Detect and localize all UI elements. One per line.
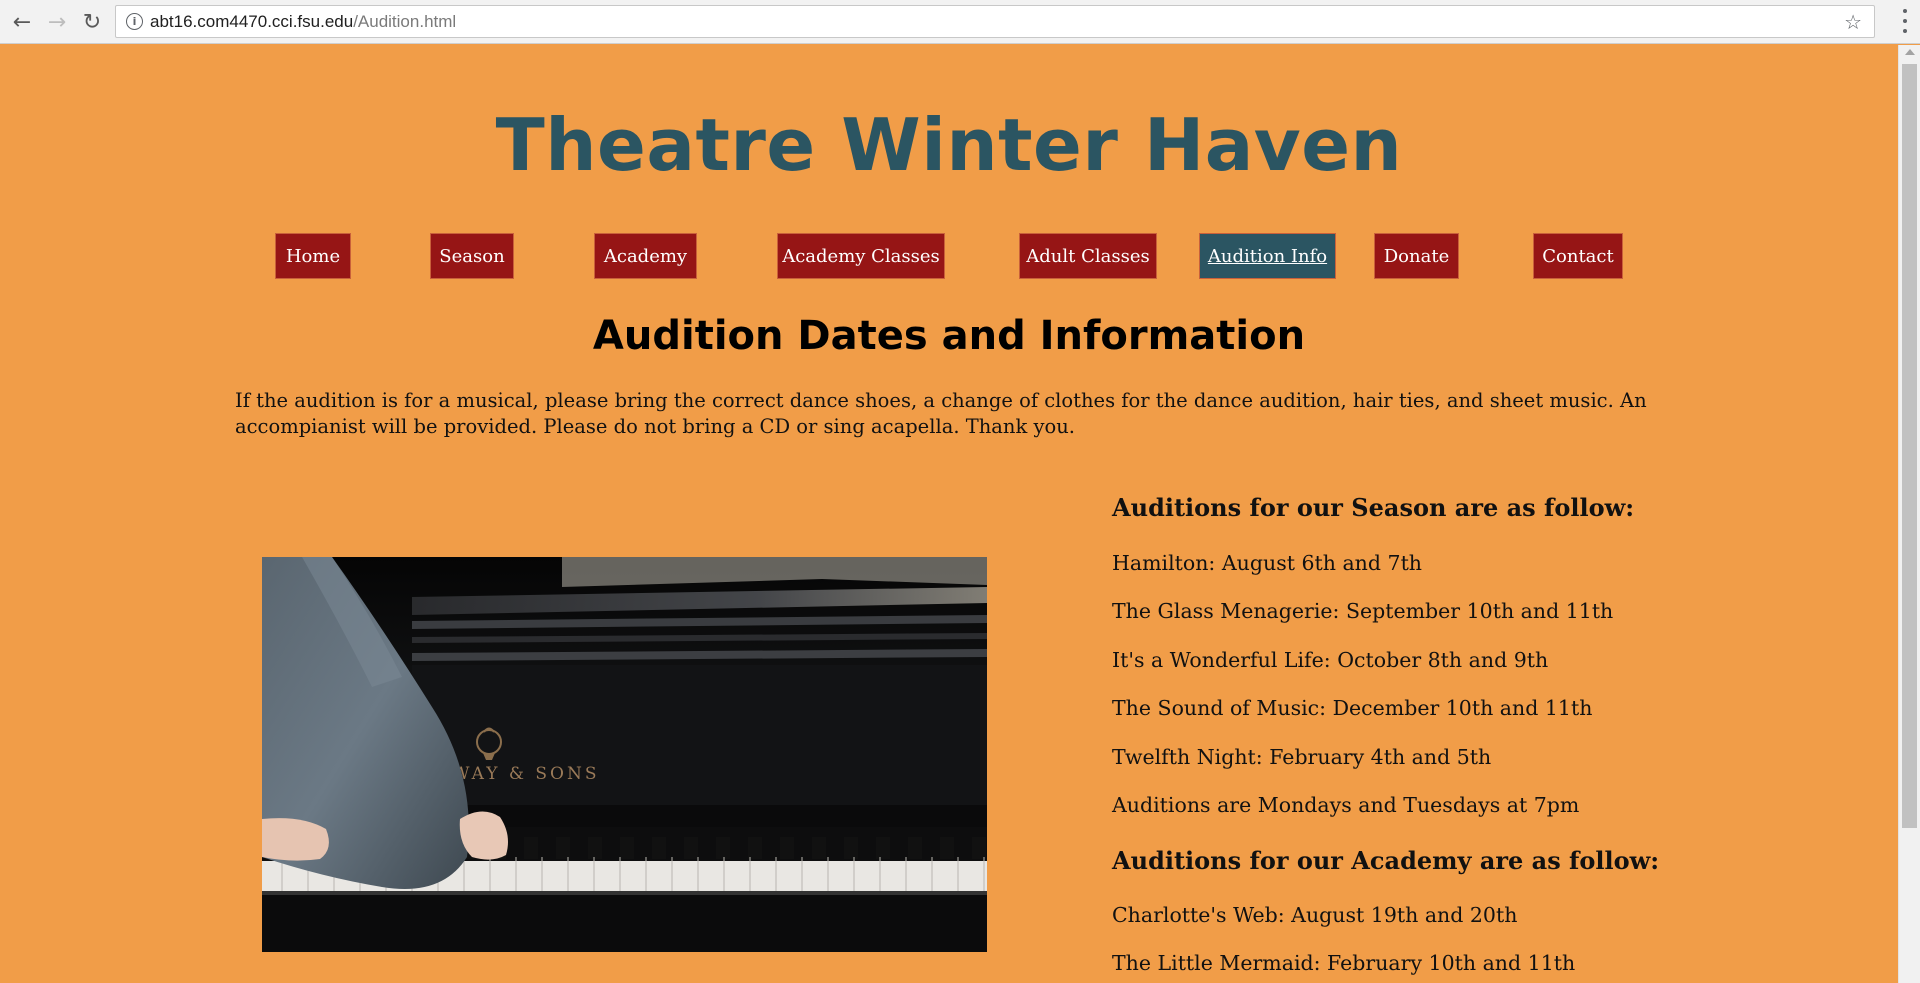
address-bar[interactable]: i abt16.com4470.cci.fsu.edu/Audition.htm… xyxy=(115,5,1875,38)
scroll-up-arrow-icon[interactable] xyxy=(1905,49,1915,55)
site-title: Theatre Winter Haven xyxy=(495,103,1403,187)
info-icon[interactable]: i xyxy=(126,13,143,30)
nav-home[interactable]: Home xyxy=(275,233,351,279)
season-heading: Auditions for our Season are as follow: xyxy=(1112,493,1635,522)
nav-adult-classes[interactable]: Adult Classes xyxy=(1019,233,1157,279)
season-item: It's a Wonderful Life: October 8th and 9… xyxy=(1112,648,1549,672)
reload-icon[interactable]: ↻ xyxy=(78,8,106,36)
vertical-scrollbar[interactable] xyxy=(1898,45,1920,983)
forward-arrow-icon[interactable]: → xyxy=(43,8,71,36)
nav-academy-classes[interactable]: Academy Classes xyxy=(777,233,945,279)
nav-donate[interactable]: Donate xyxy=(1374,233,1459,279)
page-heading: Audition Dates and Information xyxy=(592,313,1306,359)
bookmark-star-icon[interactable]: ☆ xyxy=(1844,10,1862,34)
nav-academy[interactable]: Academy xyxy=(594,233,697,279)
season-item: Hamilton: August 6th and 7th xyxy=(1112,551,1423,575)
url-text[interactable]: abt16.com4470.cci.fsu.edu/Audition.html xyxy=(150,12,456,32)
nav-contact[interactable]: Contact xyxy=(1533,233,1623,279)
back-arrow-icon[interactable]: ← xyxy=(8,8,36,36)
nav-audition-info[interactable]: Audition Info xyxy=(1199,233,1336,279)
scroll-thumb[interactable] xyxy=(1902,64,1917,828)
url-host: abt16.com4470.cci.fsu.edu xyxy=(150,12,354,31)
piano-photo: WAY & SONS xyxy=(262,557,987,952)
academy-item: The Little Mermaid: February 10th and 11… xyxy=(1112,951,1576,975)
nav-season[interactable]: Season xyxy=(430,233,514,279)
season-item: The Sound of Music: December 10th and 11… xyxy=(1112,696,1593,720)
browser-menu-icon[interactable] xyxy=(1902,9,1908,33)
intro-paragraph: If the audition is for a musical, please… xyxy=(235,389,1647,438)
svg-text:WAY & SONS: WAY & SONS xyxy=(452,764,599,784)
page-content: Theatre Winter Haven Home Season Academy… xyxy=(0,45,1898,983)
url-path: /Audition.html xyxy=(353,12,457,31)
season-schedule-note: Auditions are Mondays and Tuesdays at 7p… xyxy=(1112,793,1580,817)
season-item: The Glass Menagerie: September 10th and … xyxy=(1112,599,1614,623)
season-item: Twelfth Night: February 4th and 5th xyxy=(1112,745,1492,769)
browser-toolbar: ← → ↻ i abt16.com4470.cci.fsu.edu/Auditi… xyxy=(0,0,1920,44)
academy-item: Charlotte's Web: August 19th and 20th xyxy=(1112,903,1518,927)
academy-heading: Auditions for our Academy are as follow: xyxy=(1112,846,1660,875)
main-nav: Home Season Academy Academy Classes Adul… xyxy=(0,233,1898,281)
